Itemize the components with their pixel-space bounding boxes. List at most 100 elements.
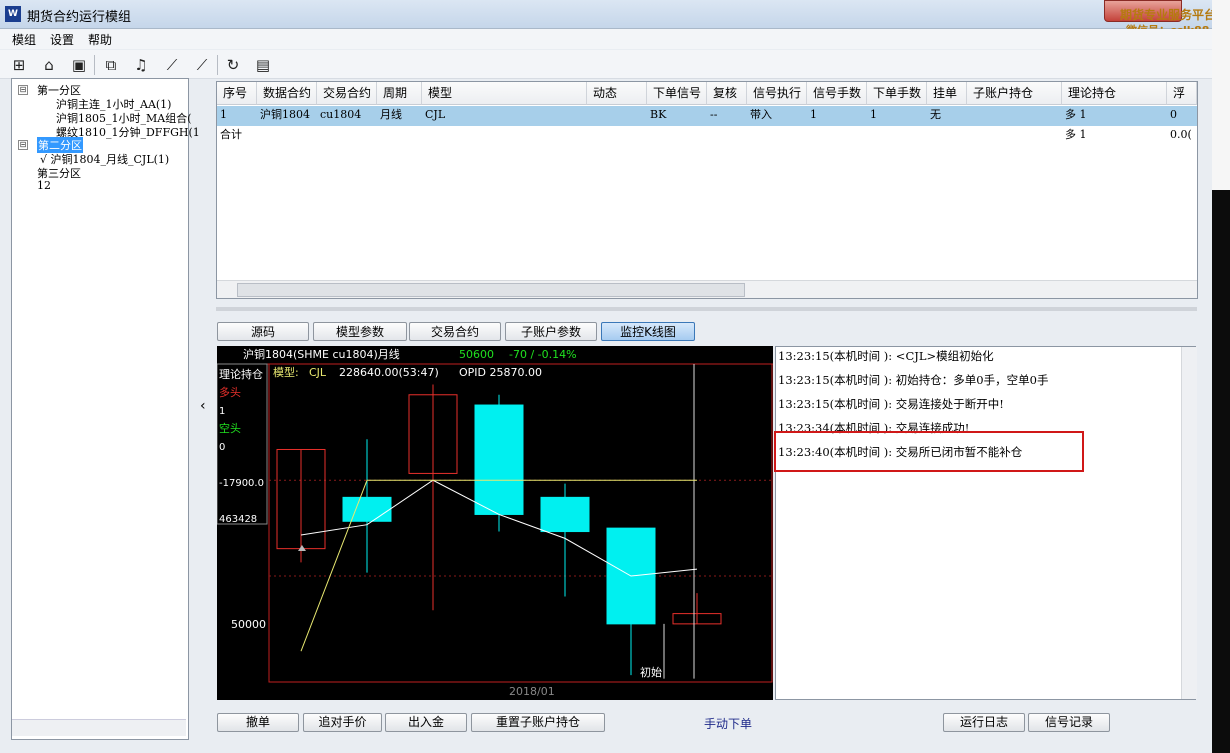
signal-record-button[interactable]: 信号记录 bbox=[1028, 713, 1110, 732]
table-cell: BK bbox=[650, 108, 667, 121]
tree-scrollbar[interactable] bbox=[12, 719, 186, 736]
table-cell: 0.0( bbox=[1170, 128, 1192, 141]
menu-help[interactable]: 帮助 bbox=[88, 31, 112, 48]
log-line: 13:23:15(本机时间 ): 交易连接处于断开中! bbox=[778, 397, 1004, 411]
table-cell bbox=[587, 106, 650, 126]
table-cell bbox=[377, 126, 425, 146]
collapse-toggle[interactable]: ⊟ bbox=[18, 140, 28, 150]
partition-tree: ⊟ 第一分区 沪铜主连_1小时_AA(1) 沪铜1805_1小时_MA组合( 螺… bbox=[11, 78, 200, 740]
long-value: 1 bbox=[219, 406, 225, 417]
scrollbar-thumb[interactable] bbox=[237, 283, 745, 297]
table-cell bbox=[707, 126, 750, 146]
table-cell: 多 1 bbox=[1065, 128, 1087, 141]
reset-position-button[interactable]: 重置子账户持仓 bbox=[471, 713, 605, 732]
table-cell: 1 bbox=[870, 108, 877, 121]
signal-line2-icon[interactable]: ⟋ bbox=[192, 55, 212, 75]
table-cell: -- bbox=[710, 108, 718, 121]
manual-order-link[interactable]: 手动下单 bbox=[704, 715, 752, 732]
table-cell bbox=[587, 126, 650, 146]
pnl-value: -17900.0 bbox=[219, 478, 264, 489]
table-cell: cu1804 bbox=[320, 108, 362, 121]
collapse-toggle[interactable]: ⊟ bbox=[18, 85, 28, 95]
price-change: -70 / -0.14% bbox=[509, 348, 577, 361]
title-bar bbox=[0, 0, 1230, 29]
kline-chart[interactable]: 沪铜1804(SHME cu1804)月线 50600 -70 / -0.14% 理论… bbox=[217, 346, 773, 700]
menu-settings[interactable]: 设置 bbox=[50, 31, 74, 48]
table-cell bbox=[927, 126, 970, 146]
init-label: 初始 bbox=[640, 665, 662, 679]
window-title: 期货合约运行模组 bbox=[27, 10, 132, 25]
date-label: 2018/01 bbox=[509, 685, 555, 698]
column-header[interactable]: 序号 bbox=[217, 82, 257, 105]
collapse-left-icon[interactable]: ‹ bbox=[200, 398, 206, 414]
table-cell: 多 1 bbox=[1065, 108, 1087, 121]
column-header[interactable]: 挂单 bbox=[927, 82, 967, 105]
table-cell bbox=[747, 126, 810, 146]
kline-svg: 沪铜1804(SHME cu1804)月线 50600 -70 / -0.14% 理论… bbox=[217, 347, 773, 698]
chart-icon[interactable]: ⧉ bbox=[101, 55, 121, 75]
column-header[interactable]: 数据合约 bbox=[257, 82, 317, 105]
column-header[interactable]: 模型 bbox=[422, 82, 587, 105]
column-header[interactable]: 下单信号 bbox=[647, 82, 707, 105]
table-cell bbox=[257, 126, 320, 146]
side-title: 理论持仓 bbox=[219, 367, 263, 381]
toolbar-separator bbox=[94, 55, 95, 75]
table-cell bbox=[317, 126, 380, 146]
column-header[interactable]: 下单手数 bbox=[867, 82, 927, 105]
column-header[interactable]: 复核 bbox=[707, 82, 747, 105]
table-cell: 1 bbox=[220, 108, 227, 121]
highlight-box bbox=[774, 431, 1084, 472]
column-header[interactable]: 信号执行 bbox=[747, 82, 807, 105]
column-header[interactable]: 周期 bbox=[377, 82, 422, 105]
model-label: 模型: bbox=[273, 365, 299, 379]
column-header[interactable]: 交易合约 bbox=[317, 82, 377, 105]
log-scrollbar[interactable] bbox=[1181, 347, 1197, 699]
tab-source[interactable]: 源码 bbox=[217, 322, 309, 341]
grid-scrollbar[interactable] bbox=[217, 280, 1197, 298]
table-cell: 沪铜1804 bbox=[260, 108, 310, 121]
splitter[interactable] bbox=[216, 307, 1197, 311]
tab-subaccount-params[interactable]: 子账户参数 bbox=[505, 322, 597, 341]
table-cell: 带入 bbox=[750, 108, 772, 121]
table-cell: CJL bbox=[425, 108, 446, 121]
tree-item[interactable]: 12 bbox=[37, 179, 51, 192]
tab-model-params[interactable]: 模型参数 bbox=[313, 322, 407, 341]
long-label: 多头 bbox=[219, 385, 241, 399]
cancel-order-button[interactable]: 撤单 bbox=[217, 713, 299, 732]
last-price: 50600 bbox=[459, 348, 494, 361]
signal-line-icon[interactable]: ⟋ bbox=[162, 55, 182, 75]
background-window-edge bbox=[1212, 0, 1230, 190]
run-log: 13:23:15(本机时间 ): <CJL>模组初始化 13:23:15(本机时… bbox=[775, 346, 1197, 700]
candle-body bbox=[342, 496, 392, 522]
table-cell: 0 bbox=[1170, 108, 1177, 121]
equity-value: 463428 bbox=[219, 514, 257, 525]
candle-body bbox=[540, 496, 590, 533]
column-header[interactable]: 理论持仓 bbox=[1062, 82, 1167, 105]
column-header[interactable]: 浮 bbox=[1167, 82, 1197, 105]
table-cell: 无 bbox=[930, 108, 941, 121]
short-label: 空头 bbox=[219, 421, 241, 435]
menu-module[interactable]: 模组 bbox=[12, 31, 36, 48]
tab-kline[interactable]: 监控K线图 bbox=[601, 322, 695, 341]
app-icon: W bbox=[5, 6, 21, 22]
short-value: 0 bbox=[219, 442, 225, 453]
table-cell bbox=[967, 126, 1065, 146]
report-icon[interactable]: ▤ bbox=[253, 55, 273, 75]
tab-trade-contract[interactable]: 交易合约 bbox=[409, 322, 501, 341]
chase-price-button[interactable]: 追对手价 bbox=[303, 713, 382, 732]
table-cell bbox=[807, 126, 870, 146]
column-header[interactable]: 信号手数 bbox=[807, 82, 867, 105]
bell-icon[interactable]: ♫ bbox=[131, 55, 151, 75]
contract-grid: 序号 数据合约 交易合约 周期 模型 动态 下单信号 复核 信号执行 信号手数 下单手数 挂单 子账户持… bbox=[216, 81, 1198, 299]
model-value: 228640.00(53:47) bbox=[339, 366, 439, 379]
save-icon[interactable]: ▣ bbox=[69, 55, 89, 75]
column-header[interactable]: 子账户持仓 bbox=[967, 82, 1062, 105]
new-icon[interactable]: ⊞ bbox=[9, 55, 29, 75]
refresh-icon[interactable]: ↻ bbox=[223, 55, 243, 75]
toolbar-separator bbox=[217, 55, 218, 75]
deposit-withdraw-button[interactable]: 出入金 bbox=[385, 713, 467, 732]
column-header[interactable]: 动态 bbox=[587, 82, 647, 105]
open-folder-icon[interactable]: ⌂ bbox=[39, 55, 59, 75]
table-cell bbox=[867, 126, 930, 146]
run-log-button[interactable]: 运行日志 bbox=[943, 713, 1025, 732]
